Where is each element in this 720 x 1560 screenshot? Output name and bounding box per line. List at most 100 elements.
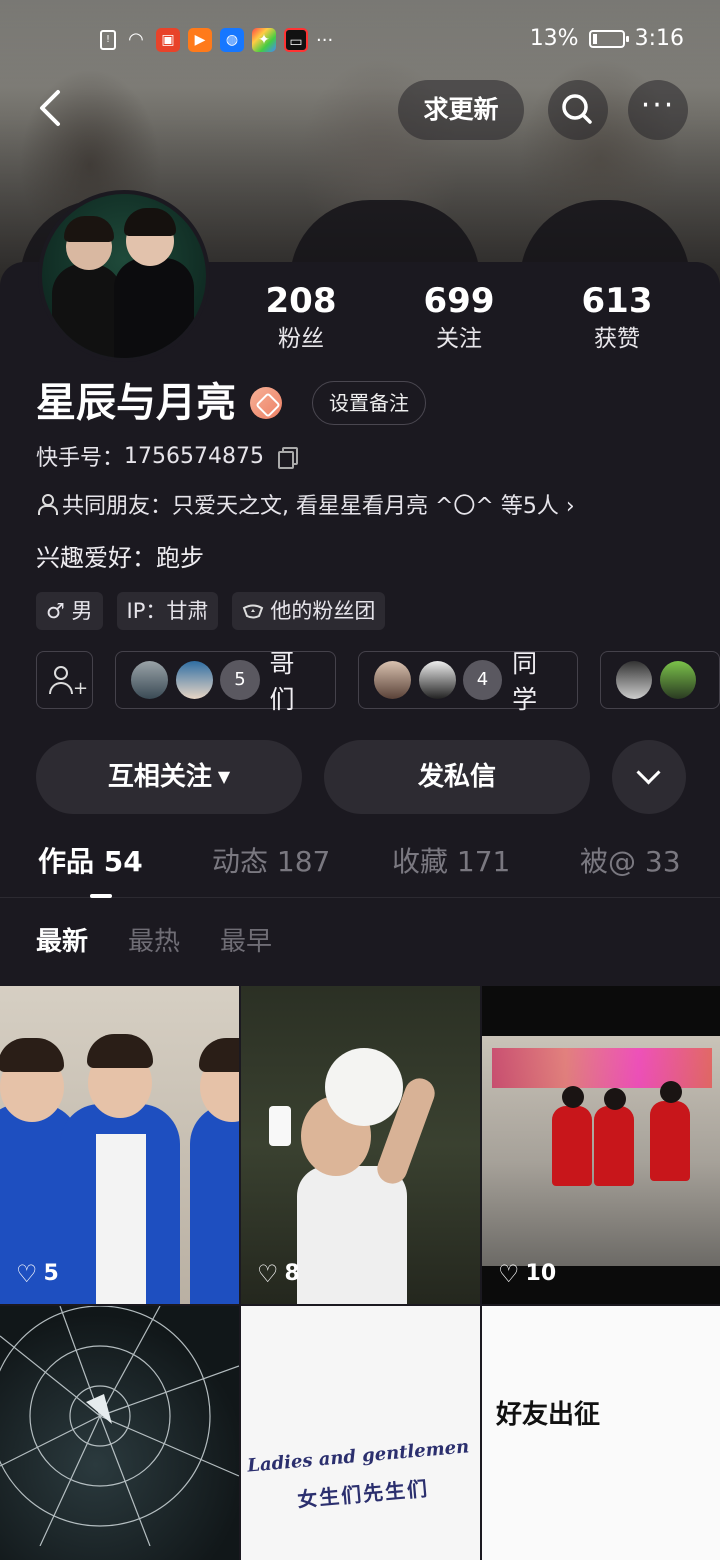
sort-tabs: 最新 最热 最早 (36, 920, 272, 964)
tab-moments[interactable]: 动态 187 (212, 838, 330, 886)
tab-mentions[interactable]: 被@ 33 (580, 838, 681, 886)
avatar (417, 660, 457, 700)
video-thumbnail[interactable]: ♡ 10 (482, 986, 720, 1304)
gender-tag: ♂ 男 (36, 592, 103, 630)
tag-label: ♂ 男 (46, 599, 93, 623)
video-thumbnail[interactable]: ♡ 8 (241, 986, 480, 1304)
clock: 3:16 (634, 26, 684, 51)
ip-tag: IP：甘肃 (116, 592, 219, 630)
tab-works[interactable]: 作品 54 (38, 838, 143, 886)
search-button[interactable] (548, 80, 608, 140)
caret-down-icon: ▼ (217, 767, 231, 786)
person-icon (36, 493, 58, 515)
mutual-friends-text: 共同朋友：只爱天之文, 看星星看月亮 ^〇^ 等5人 › (62, 494, 575, 519)
more-dots-icon: ··· (640, 88, 676, 123)
avatar (659, 660, 698, 700)
heart-icon: ♡ (257, 1259, 279, 1288)
video-thumbnail[interactable] (0, 1306, 239, 1560)
hobby: 兴趣爱好：跑步 (36, 544, 204, 572)
group-count: 4 (462, 660, 503, 700)
stat-label: 粉丝 (278, 326, 324, 352)
add-friend-button[interactable]: + (36, 651, 93, 709)
stat-label: 获赞 (594, 326, 640, 352)
search-icon (562, 94, 592, 124)
video-thumbnail[interactable]: Ladies and gentlemen 女生们先生们 (241, 1306, 480, 1560)
fan-club-tag[interactable]: 他的粉丝团 (232, 592, 386, 630)
set-remark-button[interactable]: 设置备注 (312, 381, 426, 425)
content-tabs: 作品 54 动态 187 收藏 171 被@ 33 (0, 838, 720, 898)
app-icon-3: ◍ (220, 28, 244, 52)
like-count: ♡ 8 (257, 1261, 300, 1286)
stat-number: 208 (265, 281, 337, 321)
video-caption: Ladies and gentlemen (246, 1436, 471, 1477)
follow-button[interactable]: 互相关注 ▼ (36, 740, 302, 814)
app-icon-1: ▣ (156, 28, 180, 52)
kuaishou-id-label: 快手号： (36, 446, 125, 471)
avatar (175, 660, 215, 700)
profile-actions: 互相关注 ▼ 发私信 (36, 740, 686, 814)
avatar[interactable] (38, 190, 210, 362)
verified-badge-icon (250, 387, 282, 419)
tab-favorites[interactable]: 收藏 171 (392, 838, 510, 886)
like-number: 5 (43, 1261, 59, 1286)
video-thumbnail[interactable]: 好友出征 (482, 1306, 720, 1560)
group-label: 哥们 (269, 649, 295, 714)
like-number: 10 (525, 1261, 557, 1286)
sim-icon: ! (100, 30, 116, 50)
like-number: 8 (284, 1261, 300, 1286)
request-update-button[interactable]: 求更新 (398, 80, 524, 140)
heart-icon: ♡ (498, 1259, 520, 1288)
stat-following[interactable]: 699 关注 (380, 280, 538, 356)
profile-name: 星辰与月亮 (36, 380, 236, 426)
profile-tags: ♂ 男 IP：甘肃 他的粉丝团 (36, 592, 386, 630)
battery-icon (588, 29, 629, 48)
follow-label: 互相关注 (107, 762, 212, 792)
kuaishou-id-value: 1756574875 (124, 443, 264, 469)
avatar (372, 660, 412, 700)
more-button[interactable]: ··· (628, 80, 688, 140)
avatar (129, 660, 170, 700)
group-count: 5 (220, 660, 260, 700)
app-icon-4: ✦ (252, 28, 276, 52)
friend-groups: + 5 哥们 4 同学 (36, 649, 720, 714)
expand-button[interactable] (612, 740, 686, 814)
name-row: 星辰与月亮 设置备注 (36, 378, 426, 428)
tag-label: 他的粉丝团 (270, 599, 376, 623)
sort-hottest[interactable]: 最热 (128, 920, 180, 964)
battery-percent: 13% (529, 26, 579, 51)
stat-fans[interactable]: 208 粉丝 (222, 280, 380, 356)
copy-icon[interactable] (278, 447, 298, 469)
group-label: 同学 (512, 649, 538, 714)
group-buddies[interactable]: 5 哥们 (114, 649, 336, 714)
fan-club-icon (243, 604, 264, 619)
status-bar: ! ◠ ▣ ▶ ◍ ✦ ▭ ··· 13% 3:16 (0, 24, 720, 60)
like-count: ♡ 5 (16, 1261, 59, 1286)
video-caption: 女生们先生们 (296, 1476, 430, 1512)
stat-likes[interactable]: 613 获赞 (538, 280, 696, 356)
video-caption: 好友出征 (496, 1400, 601, 1430)
sort-earliest[interactable]: 最早 (220, 920, 272, 964)
shattered-glass-image (0, 1306, 239, 1546)
mutual-friends[interactable]: 共同朋友：只爱天之文, 看星星看月亮 ^〇^ 等5人 › (36, 488, 575, 520)
message-button[interactable]: 发私信 (324, 740, 590, 814)
tag-label: IP：甘肃 (126, 599, 209, 623)
stat-number: 699 (423, 281, 495, 321)
app-icon-2: ▶ (188, 28, 212, 52)
group-more[interactable] (600, 651, 720, 709)
stat-number: 613 (581, 281, 653, 321)
sort-newest[interactable]: 最新 (36, 920, 88, 964)
app-icon-5: ▭ (284, 28, 308, 52)
stat-label: 关注 (436, 326, 482, 352)
chevron-left-icon (40, 90, 60, 126)
group-classmates[interactable]: 4 同学 (357, 649, 579, 714)
tab-indicator (90, 894, 112, 898)
avatar (615, 660, 654, 700)
profile-stats: 208 粉丝 699 关注 613 获赞 (222, 280, 702, 356)
more-notifications: ··· (316, 29, 334, 51)
back-button[interactable] (36, 88, 76, 132)
kuaishou-id[interactable]: 快手号： 1756574875 (36, 440, 298, 472)
video-thumbnail[interactable]: ♡ 5 (0, 986, 239, 1304)
wifi-icon: ◠ (128, 29, 144, 50)
heart-icon: ♡ (16, 1259, 38, 1288)
like-count: ♡ 10 (498, 1261, 556, 1286)
